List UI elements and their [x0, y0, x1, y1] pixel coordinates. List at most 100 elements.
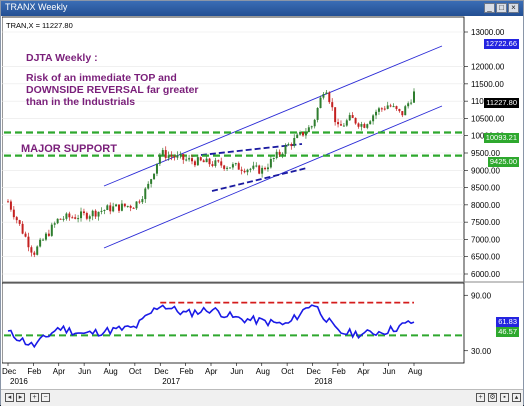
crosshair-icon[interactable]: + — [476, 393, 485, 402]
candle-body — [337, 122, 340, 125]
month-label: Jun — [383, 367, 396, 376]
candle-body — [360, 124, 363, 127]
candle-body — [316, 108, 319, 120]
candle-body — [47, 233, 50, 236]
candle-body — [80, 211, 83, 219]
scroll-right-icon[interactable]: ▸ — [16, 393, 25, 402]
candle-body — [266, 167, 269, 170]
candle-body — [68, 213, 71, 218]
candle-body — [357, 123, 360, 127]
candle-body — [21, 223, 24, 234]
candle-body — [410, 102, 413, 104]
year-label: 2016 — [10, 377, 28, 386]
year-label: 2017 — [162, 377, 180, 386]
candle-body — [205, 158, 208, 163]
candle-body — [18, 220, 21, 224]
candle-body — [304, 132, 307, 136]
candle-body — [167, 155, 170, 158]
candle-body — [246, 169, 249, 173]
candle-body — [237, 163, 240, 170]
year-label: 2018 — [315, 377, 333, 386]
candle-body — [129, 205, 132, 208]
export-icon[interactable]: ▴ — [512, 393, 521, 402]
candle-body — [351, 115, 354, 118]
candle-body — [395, 106, 398, 109]
candle-body — [258, 165, 261, 174]
candle-body — [30, 247, 33, 253]
candle-body — [158, 154, 161, 164]
candle-body — [310, 126, 313, 128]
price-tick-label: 7000.00 — [471, 235, 500, 244]
month-label: Dec — [2, 367, 16, 376]
price-tick-label: 13000.00 — [471, 28, 505, 37]
candle-body — [59, 218, 62, 220]
candle-body — [62, 218, 65, 220]
candle-body — [322, 94, 325, 98]
annotation-line-1: Risk of an immediate TOP and — [26, 72, 177, 84]
candle-body — [9, 201, 12, 210]
month-label: Oct — [129, 367, 142, 376]
candle-body — [366, 124, 369, 128]
candle-body — [345, 120, 348, 126]
candle-body — [264, 167, 267, 170]
print-icon[interactable]: ▪ — [500, 393, 509, 402]
candle-body — [342, 125, 345, 127]
candle-body — [27, 236, 30, 248]
last-price-tag: 11227.80 — [484, 98, 519, 108]
title-bar[interactable]: TRANX Weekly _ □ × — [1, 1, 523, 16]
candle-body — [299, 132, 302, 135]
candle-body — [176, 155, 179, 158]
candle-body — [144, 188, 147, 200]
support-low-tag: 9425.00 — [487, 157, 519, 167]
price-tick-label: 12000.00 — [471, 63, 505, 72]
candle-body — [413, 91, 415, 103]
candle-body — [77, 218, 80, 220]
close-icon[interactable]: × — [508, 3, 519, 13]
candle-body — [88, 216, 91, 219]
candle-body — [214, 160, 217, 166]
zoom-in-icon[interactable]: + — [30, 393, 39, 402]
candle-body — [281, 153, 284, 155]
candle-body — [15, 217, 18, 221]
candle-body — [392, 106, 395, 108]
zoom-out-icon[interactable]: − — [41, 393, 50, 402]
candle-body — [302, 132, 305, 136]
candle-body — [319, 97, 322, 109]
month-label: Jun — [230, 367, 243, 376]
oscillator-panel — [2, 282, 465, 364]
candle-body — [82, 211, 85, 214]
candle-body — [331, 102, 334, 108]
candle-body — [109, 205, 112, 212]
price-tick-label: 10500.00 — [471, 114, 505, 123]
candle-body — [173, 156, 176, 158]
candle-body — [252, 165, 255, 169]
candle-body — [369, 121, 372, 125]
candle-body — [334, 107, 337, 123]
maximize-icon[interactable]: □ — [496, 3, 507, 13]
candle-body — [272, 158, 275, 160]
support-high-tag: 10093.21 — [483, 133, 519, 143]
candle-body — [196, 157, 199, 166]
settings-icon[interactable]: ⚙ — [488, 393, 497, 402]
candle-body — [380, 108, 383, 110]
minimize-icon[interactable]: _ — [484, 3, 495, 13]
candle-body — [401, 111, 404, 116]
candle-body — [407, 103, 410, 107]
candle-body — [153, 173, 156, 180]
candle-body — [150, 179, 153, 184]
candle-body — [296, 134, 299, 138]
oscillator-tick-label: 30.00 — [471, 347, 492, 356]
candle-body — [287, 144, 290, 146]
candle-body — [191, 158, 194, 162]
candle-body — [138, 201, 141, 203]
candle-body — [97, 211, 100, 217]
annotation-line-3: than in the Industrials — [26, 96, 136, 108]
candle-body — [348, 115, 351, 121]
candle-body — [123, 203, 126, 207]
chart-window: TRANX Weekly _ □ × 13000.00 12000.00 11500… — [0, 0, 524, 406]
candle-body — [208, 158, 211, 165]
candle-body — [404, 106, 407, 116]
candle-body — [307, 127, 310, 133]
scroll-left-icon[interactable]: ◂ — [5, 393, 14, 402]
candle-body — [91, 210, 94, 217]
